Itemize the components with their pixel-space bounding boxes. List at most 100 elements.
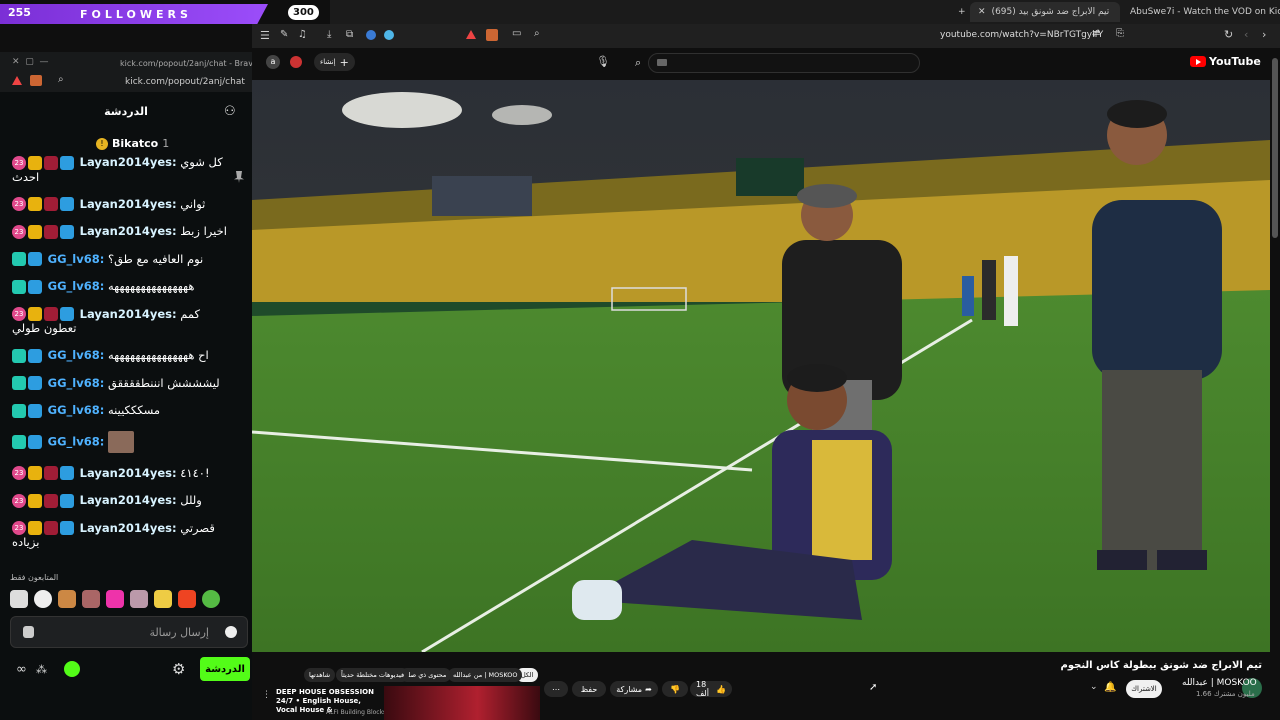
tab-close-icon[interactable]: ✕	[978, 7, 986, 17]
chat-username[interactable]: GG_lv68:	[48, 403, 105, 417]
more-actions-button[interactable]: ⋯	[544, 681, 568, 697]
gift-badge-icon	[12, 348, 26, 363]
emote-icon[interactable]	[106, 590, 124, 608]
tab-kick-vod[interactable]: AbuSwe7i - Watch the VOD on Kick	[1122, 2, 1280, 22]
plus-icon: +	[339, 55, 349, 69]
verified-badge-icon	[60, 307, 74, 321]
window-controls-icon[interactable]: ✕ ▢ —	[12, 57, 49, 67]
shield-icon[interactable]	[23, 626, 34, 638]
mod-badge-icon	[44, 307, 58, 321]
tab-youtube[interactable]: ✕ تيم الابراج ضد شونق بيد (695)	[970, 2, 1120, 22]
emote-icon[interactable]	[202, 590, 220, 608]
gear-icon[interactable]: ⚙	[172, 660, 185, 678]
chat-username[interactable]: Layan2014yes:	[80, 155, 177, 169]
bell-icon[interactable]: 🔔	[1104, 682, 1116, 693]
extension-icon[interactable]	[384, 30, 394, 40]
extension-icon[interactable]: ⧉	[346, 29, 353, 40]
chip-channel[interactable]: من عبدالله | MOSKOO	[448, 668, 523, 682]
gift-badge-icon	[12, 403, 26, 418]
chat-address-bar[interactable]: kick.com/popout/2anj/chat	[125, 77, 245, 87]
mic-icon[interactable]: 🎙	[596, 55, 610, 68]
create-label: إنشاء	[320, 58, 336, 66]
chat-username[interactable]: GG_lv68:	[48, 434, 105, 448]
chat-username[interactable]: Layan2014yes:	[80, 197, 177, 211]
chat-username[interactable]: GG_lv68:	[48, 376, 105, 390]
kick-logo-icon[interactable]	[64, 661, 80, 677]
subscribe-button[interactable]: الاشتراك	[1126, 680, 1162, 698]
crown-badge-icon	[28, 155, 42, 170]
reader-icon[interactable]: ▭	[512, 28, 521, 39]
channel-name[interactable]: عبدالله | MOSKOO	[1182, 678, 1257, 688]
create-button[interactable]: إنشاء +	[314, 53, 355, 71]
chat-username[interactable]: GG_lv68:	[48, 279, 105, 293]
chat-username[interactable]: Layan2014yes:	[80, 493, 177, 507]
chat-username[interactable]: Layan2014yes:	[80, 521, 177, 535]
share-button[interactable]: مشاركة ➦	[610, 681, 658, 697]
chat-username[interactable]: Layan2014yes:	[80, 466, 177, 480]
like-button[interactable]: 18 ألف 👍	[690, 680, 732, 698]
search-icon[interactable]: ⌕	[534, 28, 540, 39]
connections-icon[interactable]: ⁂	[36, 663, 47, 676]
search-icon[interactable]: ⌕	[58, 74, 64, 85]
chevron-down-icon[interactable]: ⌄	[1090, 682, 1098, 692]
shield-icon[interactable]	[30, 75, 42, 86]
youtube-logo[interactable]: YouTube	[1190, 55, 1261, 68]
recommended-video-thumbnail[interactable]	[384, 686, 540, 720]
emote-icon[interactable]	[10, 590, 28, 608]
download-icon[interactable]: ⤓	[327, 29, 331, 40]
shield-icon[interactable]	[486, 29, 498, 41]
extension-icon[interactable]	[366, 30, 376, 40]
chat-text: بزياده	[12, 535, 40, 549]
notifications-icon[interactable]	[290, 56, 302, 68]
chat-username[interactable]: GG_lv68:	[48, 348, 105, 362]
chat-username[interactable]: Layan2014yes:	[80, 224, 177, 238]
pin-icon[interactable]: ✎	[280, 29, 288, 40]
crown-badge-icon	[28, 197, 42, 211]
tab-title: تيم الابراج ضد شونق بيد (695)	[991, 7, 1110, 17]
search-input[interactable]: ⌕	[635, 53, 920, 73]
keyboard-icon[interactable]	[657, 59, 667, 66]
chat-text: ٤١٤٠!	[180, 465, 210, 480]
chat-username[interactable]: GG_lv68:	[48, 252, 105, 266]
bookmark-icon[interactable]: ⎘	[1116, 28, 1124, 39]
browser-tab-strip: + ✕ تيم الابراج ضد شونق بيد (695) AbuSwe…	[330, 0, 1280, 24]
chat-message-input[interactable]: إرسال رسالة	[10, 616, 248, 648]
reload-icon[interactable]: ↻	[1224, 28, 1233, 41]
dislike-button[interactable]: 👎	[662, 681, 688, 697]
emote-icon[interactable]	[34, 590, 52, 608]
gift-badge-icon	[12, 376, 26, 390]
infinity-icon[interactable]: ∞	[16, 662, 27, 677]
brave-rewards-icon[interactable]	[466, 30, 476, 39]
mod-badge-icon	[44, 224, 58, 239]
chip-watched[interactable]: شاهدتها	[304, 668, 336, 682]
emoji-icon[interactable]	[225, 626, 237, 638]
avatar[interactable]: a	[266, 55, 280, 69]
mouse-cursor-icon: ➚	[869, 682, 878, 693]
emote-icon[interactable]	[154, 590, 172, 608]
save-button[interactable]: حفظ	[572, 681, 606, 697]
emote-icon[interactable]	[82, 590, 100, 608]
chip-recent[interactable]: فيديوهات مختلطة حديثاً	[336, 668, 410, 682]
chat-send-button[interactable]: الدردشة	[200, 657, 250, 681]
forward-icon[interactable]: ›	[1262, 28, 1266, 41]
music-icon[interactable]: ♫	[298, 29, 307, 40]
emote-icon[interactable]	[58, 590, 76, 608]
chat-text: قصرتي	[180, 520, 215, 535]
pinned-count: 1	[162, 137, 170, 150]
chat-username[interactable]: Layan2014yes:	[80, 307, 177, 321]
page-scrollbar[interactable]	[1272, 58, 1278, 238]
back-icon[interactable]: ‹	[1244, 28, 1248, 41]
emote-icon[interactable]	[178, 590, 196, 608]
emote-image	[107, 430, 134, 453]
more-vert-icon[interactable]: ⋮	[262, 690, 271, 700]
users-icon[interactable]: ⚇	[224, 104, 236, 119]
search-icon[interactable]: ⌕	[635, 56, 641, 70]
video-player[interactable]	[252, 80, 1270, 652]
address-bar[interactable]: youtube.com/watch?v=NBrTGTgylfY	[940, 30, 1103, 40]
verified-badge-icon	[28, 252, 42, 266]
chat-message: 23 Layan2014yes: قصرتي بزياده	[12, 520, 244, 549]
chat-input-placeholder: إرسال رسالة	[149, 625, 209, 639]
emote-icon[interactable]	[130, 590, 148, 608]
menu-icon[interactable]: ☰	[260, 29, 270, 42]
chat-window-title: kick.com/popout/2anj/chat - Brave	[120, 59, 258, 68]
